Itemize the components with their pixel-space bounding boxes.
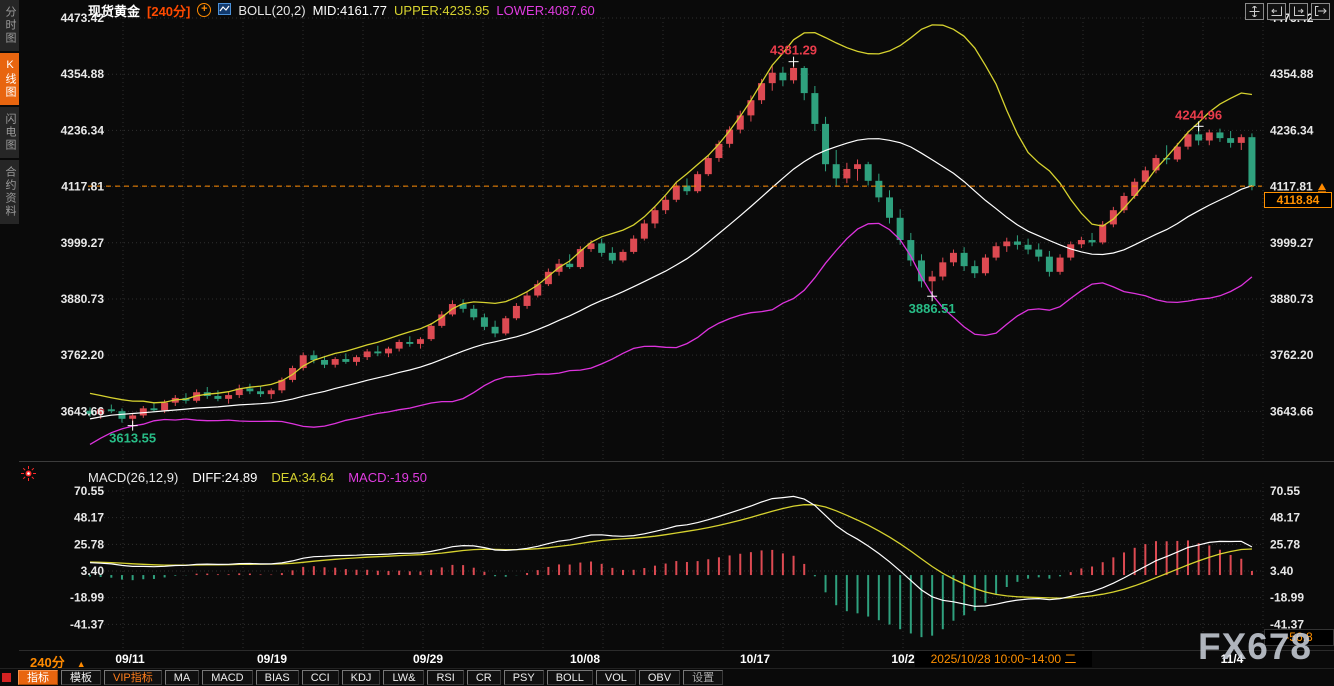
toolbar-button-ma[interactable]: MA — [164, 670, 200, 685]
svg-text:4236.34: 4236.34 — [1270, 123, 1314, 137]
shift-axis-left-button[interactable] — [1267, 3, 1286, 20]
svg-text:4236.34: 4236.34 — [61, 123, 105, 137]
svg-text:10/08: 10/08 — [570, 652, 600, 666]
toolbar-button-psy[interactable]: PSY — [503, 670, 544, 685]
shift-axis-right-button[interactable] — [1289, 3, 1308, 20]
chart-header: 现货黄金 [240分] + BOLL(20,2) MID:4161.77 UPP… — [88, 1, 595, 20]
toolbar-button-macd[interactable]: MACD — [202, 670, 253, 685]
toolbar-button-rsi[interactable]: RSI — [427, 670, 464, 685]
svg-text:3880.73: 3880.73 — [1270, 292, 1314, 306]
svg-text:25.78: 25.78 — [1270, 537, 1300, 551]
app-logo-square — [2, 673, 11, 682]
svg-text:3643.66: 3643.66 — [61, 404, 105, 418]
boll-upper-value: UPPER:4235.95 — [394, 2, 490, 18]
toolbar-button-indicator[interactable]: 指标 — [18, 670, 58, 685]
svg-text:3.40: 3.40 — [1270, 564, 1294, 578]
svg-text:3999.27: 3999.27 — [1270, 236, 1314, 250]
svg-text:48.17: 48.17 — [1270, 511, 1300, 525]
svg-text:09/29: 09/29 — [413, 652, 443, 666]
symbol-name: 现货黄金 — [88, 3, 141, 19]
add-indicator-icon[interactable]: + — [197, 3, 212, 17]
toolbar-button-vip-indicator[interactable]: VIP指标 — [104, 670, 162, 685]
toolbar-button-vol[interactable]: VOL — [595, 670, 636, 685]
toolbar-button-cr[interactable]: CR — [466, 670, 501, 685]
boll-title: BOLL(20,2) — [238, 2, 306, 18]
sidebar-item-lightning[interactable]: 闪电图 — [0, 107, 19, 158]
sidebar-item-contract-info[interactable]: 合约资料 — [0, 160, 19, 224]
svg-text:4117.81: 4117.81 — [61, 180, 104, 194]
svg-text:3613.55: 3613.55 — [109, 431, 156, 446]
svg-text:09/11: 09/11 — [115, 652, 145, 666]
macd-diff-value: DIFF:24.89 — [192, 470, 258, 485]
svg-text:4354.88: 4354.88 — [1270, 67, 1314, 81]
toolbar-button-cci[interactable]: CCI — [301, 670, 339, 685]
svg-text:3886.51: 3886.51 — [909, 301, 956, 316]
kline-chart-canvas[interactable]: 4381.294244.963886.513613.554473.424473.… — [0, 0, 1334, 686]
toolbar-button-template[interactable]: 模板 — [61, 670, 101, 685]
svg-text:09/19: 09/19 — [257, 652, 287, 666]
svg-text:11/4: 11/4 — [1221, 652, 1244, 666]
toolbar-button-obv[interactable]: OBV — [638, 670, 681, 685]
svg-text:25.78: 25.78 — [74, 537, 104, 551]
macd-bar-value: MACD:-19.50 — [348, 470, 427, 485]
svg-text:4354.88: 4354.88 — [61, 67, 105, 81]
svg-text:3999.27: 3999.27 — [61, 236, 105, 250]
svg-text:3762.20: 3762.20 — [1270, 348, 1314, 362]
svg-text:4244.96: 4244.96 — [1175, 107, 1222, 122]
svg-text:70.55: 70.55 — [74, 484, 104, 498]
crosshair-date-tooltip: 2025/10/28 10:00~14:00 二 — [915, 651, 1092, 667]
chart-type-sidebar: 分时图 K线图 闪电图 合约资料 — [0, 0, 19, 686]
svg-text:3880.73: 3880.73 — [61, 292, 105, 306]
svg-text:4381.29: 4381.29 — [770, 43, 817, 58]
svg-text:10/17: 10/17 — [740, 652, 770, 666]
svg-text:10/2: 10/2 — [891, 652, 915, 666]
sidebar-item-kline[interactable]: K线图 — [0, 53, 19, 105]
indicator-toolbar: 指标 模板 VIP指标 MA MACD BIAS CCI KDJ LW& RSI… — [0, 668, 1334, 686]
svg-text:3.40: 3.40 — [81, 564, 105, 578]
svg-text:70.55: 70.55 — [1270, 484, 1300, 498]
toolbar-button-boll[interactable]: BOLL — [546, 670, 593, 685]
trading-app-window: 4381.294244.963886.513613.554473.424473.… — [0, 0, 1334, 686]
svg-text:48.17: 48.17 — [74, 511, 104, 525]
svg-text:-18.99: -18.99 — [70, 591, 104, 605]
boll-mid-value: MID:4161.77 — [312, 2, 388, 18]
crosshair-value-tooltip: -56.8 — [1264, 629, 1334, 646]
toolbar-button-kdj[interactable]: KDJ — [341, 670, 381, 685]
chart-tool-buttons — [1245, 3, 1330, 20]
macd-title: MACD(26,12,9) — [88, 470, 179, 485]
svg-text:3643.66: 3643.66 — [1270, 404, 1314, 418]
alert-status-icon — [21, 466, 36, 486]
toolbar-button-lwr[interactable]: LW& — [383, 670, 425, 685]
mini-candle-icon — [218, 2, 232, 18]
current-price-box: 4118.84 — [1264, 192, 1332, 208]
macd-dea-value: DEA:34.64 — [271, 470, 335, 485]
svg-text:3762.20: 3762.20 — [61, 348, 105, 362]
period-label[interactable]: [240分] — [147, 1, 190, 20]
boll-lower-value: LOWER:4087.60 — [496, 2, 595, 18]
svg-text:-41.37: -41.37 — [70, 617, 104, 631]
pan-tool-button[interactable] — [1245, 3, 1264, 20]
macd-header: MACD(26,12,9) DIFF:24.89 DEA:34.64 MACD:… — [88, 470, 427, 485]
exit-fullscreen-button[interactable] — [1311, 3, 1330, 20]
sidebar-item-timeshare[interactable]: 分时图 — [0, 0, 19, 51]
toolbar-button-bias[interactable]: BIAS — [255, 670, 299, 685]
svg-text:-18.99: -18.99 — [1270, 591, 1304, 605]
toolbar-button-settings[interactable]: 设置 — [683, 670, 724, 685]
